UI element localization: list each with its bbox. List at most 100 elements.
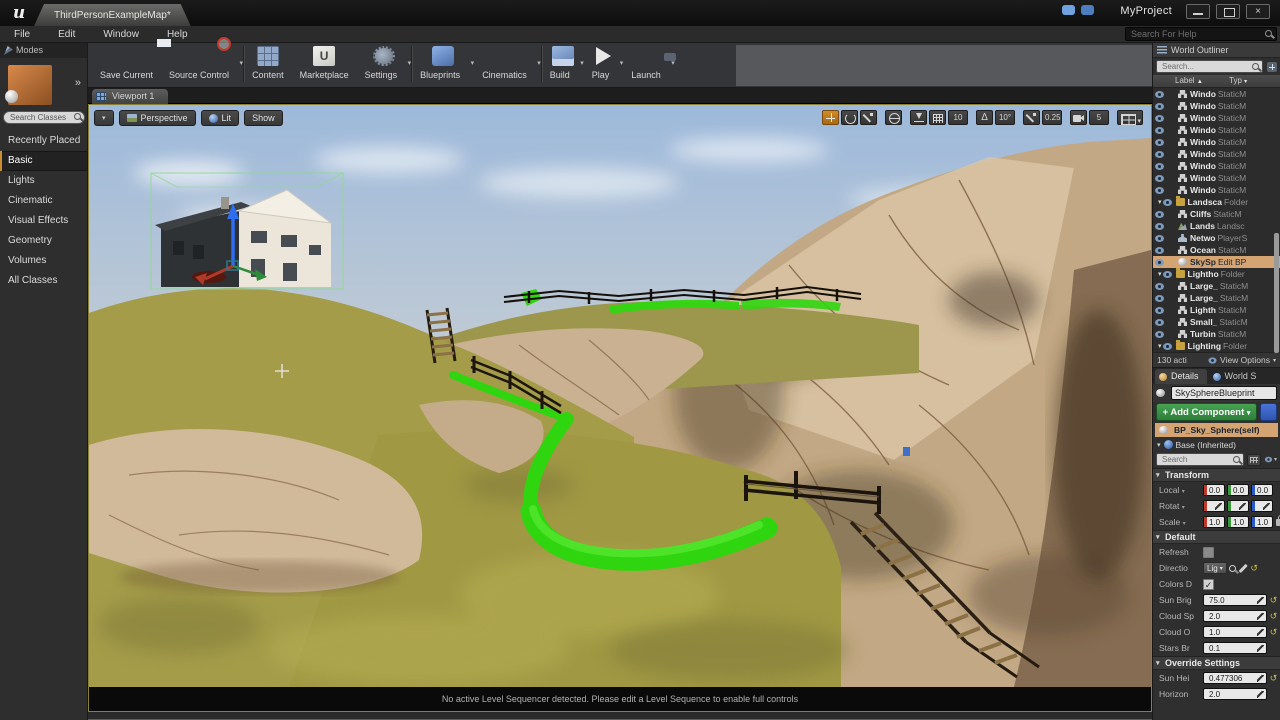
visibility-eye-icon[interactable] xyxy=(1155,187,1164,194)
edit-blueprint-button[interactable] xyxy=(1260,403,1277,421)
menu-item[interactable]: File xyxy=(0,26,44,43)
base-inherited-row[interactable]: ▾ Base (Inherited) xyxy=(1153,438,1280,451)
rotation-z-field[interactable] xyxy=(1251,500,1273,512)
component-row-selected[interactable]: BP_Sky_Sphere(self) xyxy=(1155,423,1278,437)
visibility-eye-icon[interactable] xyxy=(1155,235,1164,242)
add-actor-icon[interactable] xyxy=(1267,62,1277,72)
lit-mode-button[interactable]: Lit xyxy=(201,110,240,126)
outliner-search-input[interactable]: Search... xyxy=(1156,60,1263,73)
visibility-eye-icon[interactable] xyxy=(1155,127,1164,134)
outliner-row[interactable]: Windo StaticM xyxy=(1153,112,1280,124)
outliner-row[interactable]: Lighting Folder xyxy=(1153,340,1280,352)
close-button[interactable]: × xyxy=(1246,4,1270,19)
outliner-row[interactable]: Turbin StaticM xyxy=(1153,328,1280,340)
feedback-bubble-icon[interactable] xyxy=(1062,5,1075,15)
save-current-button[interactable]: Save Current xyxy=(92,43,161,86)
outliner-row[interactable]: Lands Landsc xyxy=(1153,220,1280,232)
grid-snap-toggle-button[interactable] xyxy=(929,110,946,125)
settings-button[interactable]: Settings▾ xyxy=(357,43,412,86)
launch-button[interactable]: Launch▾ xyxy=(623,43,675,86)
mode-category-item[interactable]: Volumes xyxy=(0,251,88,271)
outliner-row[interactable]: Windo StaticM xyxy=(1153,172,1280,184)
visibility-eye-icon[interactable] xyxy=(1155,211,1164,218)
cloud-speed-field[interactable]: 2.0 xyxy=(1203,610,1267,622)
move-tool-button[interactable] xyxy=(822,110,839,125)
minimize-button[interactable] xyxy=(1186,4,1210,19)
visibility-eye-icon[interactable] xyxy=(1163,271,1172,278)
camera-speed-button[interactable] xyxy=(1070,110,1087,125)
details-view-options-button[interactable]: ▾ xyxy=(1264,456,1277,463)
stars-brightness-field[interactable]: 0.1 xyxy=(1203,642,1267,654)
surface-snapping-button[interactable] xyxy=(910,110,927,125)
mode-category-item[interactable]: Basic xyxy=(0,151,88,171)
outliner-row[interactable]: Windo StaticM xyxy=(1153,124,1280,136)
reset-icon[interactable]: ↺ xyxy=(1269,627,1278,638)
outliner-row[interactable]: Large_ StaticM xyxy=(1153,280,1280,292)
scale-x-field[interactable]: 1.0 xyxy=(1203,516,1225,528)
reset-icon[interactable]: ↺ xyxy=(1269,673,1278,684)
visibility-eye-icon[interactable] xyxy=(1155,331,1164,338)
menu-item[interactable]: Window xyxy=(89,26,153,43)
visibility-eye-icon[interactable] xyxy=(1155,247,1164,254)
transform-section-header[interactable]: Transform xyxy=(1153,468,1280,482)
grid-snap-value-button[interactable]: 10 xyxy=(948,110,968,125)
visibility-eye-icon[interactable] xyxy=(1155,307,1164,314)
rotate-tool-button[interactable] xyxy=(841,110,858,125)
outliner-row[interactable]: Lighth StaticM xyxy=(1153,304,1280,316)
colors-checkbox[interactable]: ✓ xyxy=(1203,579,1214,590)
rotation-x-field[interactable] xyxy=(1203,500,1225,512)
outliner-row[interactable]: Windo StaticM xyxy=(1153,88,1280,100)
viewport-tab[interactable]: Viewport 1 xyxy=(92,89,168,104)
outliner-row[interactable]: Windo StaticM xyxy=(1153,184,1280,196)
details-scrollbar[interactable] xyxy=(1274,233,1279,353)
cloud-opacity-field[interactable]: 1.0 xyxy=(1203,626,1267,638)
source-control-button[interactable]: Source Control▾ xyxy=(161,43,243,86)
menu-item[interactable]: Edit xyxy=(44,26,89,43)
tab-details[interactable]: Details xyxy=(1155,369,1207,384)
outliner-row[interactable]: Cliffs StaticM xyxy=(1153,208,1280,220)
scale-snap-value-button[interactable]: 0.25 xyxy=(1042,110,1062,125)
mode-category-item[interactable]: All Classes xyxy=(0,271,88,291)
actor-name-input[interactable]: SkySphereBlueprint xyxy=(1171,386,1277,400)
camera-speed-value-button[interactable]: 5 xyxy=(1089,110,1109,125)
mode-category-item[interactable]: Recently Placed xyxy=(0,131,88,151)
view-options-button[interactable]: View Options xyxy=(1220,355,1270,365)
horizon-field[interactable]: 2.0 xyxy=(1203,688,1267,700)
viewport-layout-button[interactable]: ▾ xyxy=(1117,110,1143,125)
visibility-eye-icon[interactable] xyxy=(1155,115,1164,122)
marketplace-button[interactable]: U Marketplace xyxy=(292,43,357,86)
expand-modes-icon[interactable]: » xyxy=(75,77,79,89)
visibility-eye-icon[interactable] xyxy=(1163,199,1172,206)
mode-category-item[interactable]: Visual Effects xyxy=(0,211,88,231)
mode-category-item[interactable]: Lights xyxy=(0,171,88,191)
scale-lock-icon[interactable] xyxy=(1276,519,1280,526)
rotation-snap-toggle-button[interactable] xyxy=(976,110,993,125)
maximize-button[interactable] xyxy=(1216,4,1240,19)
visibility-eye-icon[interactable] xyxy=(1155,295,1164,302)
refresh-checkbox[interactable] xyxy=(1203,547,1214,558)
outliner-row[interactable]: Netwo PlayerS xyxy=(1153,232,1280,244)
visibility-eye-icon[interactable] xyxy=(1163,343,1172,350)
tab-world-settings[interactable]: World S xyxy=(1209,369,1265,384)
level-tab[interactable]: ThirdPersonExampleMap* xyxy=(34,4,191,26)
sun-brightness-field[interactable]: 75.0 xyxy=(1203,594,1267,606)
scale-y-field[interactable]: 1.0 xyxy=(1227,516,1249,528)
add-component-button[interactable]: + Add Component ▾ xyxy=(1156,403,1257,421)
location-y-field[interactable]: 0.0 xyxy=(1227,484,1249,496)
visibility-eye-icon[interactable] xyxy=(1155,283,1164,290)
build-button[interactable]: Build▾ xyxy=(542,43,584,86)
outliner-row[interactable]: Windo StaticM xyxy=(1153,148,1280,160)
visibility-eye-icon[interactable] xyxy=(1155,259,1164,266)
place-mode-thumbnail[interactable] xyxy=(8,65,52,105)
location-z-field[interactable]: 0.0 xyxy=(1251,484,1273,496)
reset-icon[interactable]: ↺ xyxy=(1269,595,1278,606)
scale-tool-button[interactable] xyxy=(860,110,877,125)
visibility-eye-icon[interactable] xyxy=(1155,139,1164,146)
viewport-scene[interactable] xyxy=(89,105,1151,687)
reset-icon[interactable]: ↺ xyxy=(1250,563,1259,574)
cinematics-button[interactable]: Cinematics▾ xyxy=(474,43,541,86)
scale-snap-toggle-button[interactable] xyxy=(1023,110,1040,125)
perspective-button[interactable]: Perspective xyxy=(119,110,196,126)
mode-category-item[interactable]: Cinematic xyxy=(0,191,88,211)
outliner-row[interactable]: Windo StaticM xyxy=(1153,100,1280,112)
